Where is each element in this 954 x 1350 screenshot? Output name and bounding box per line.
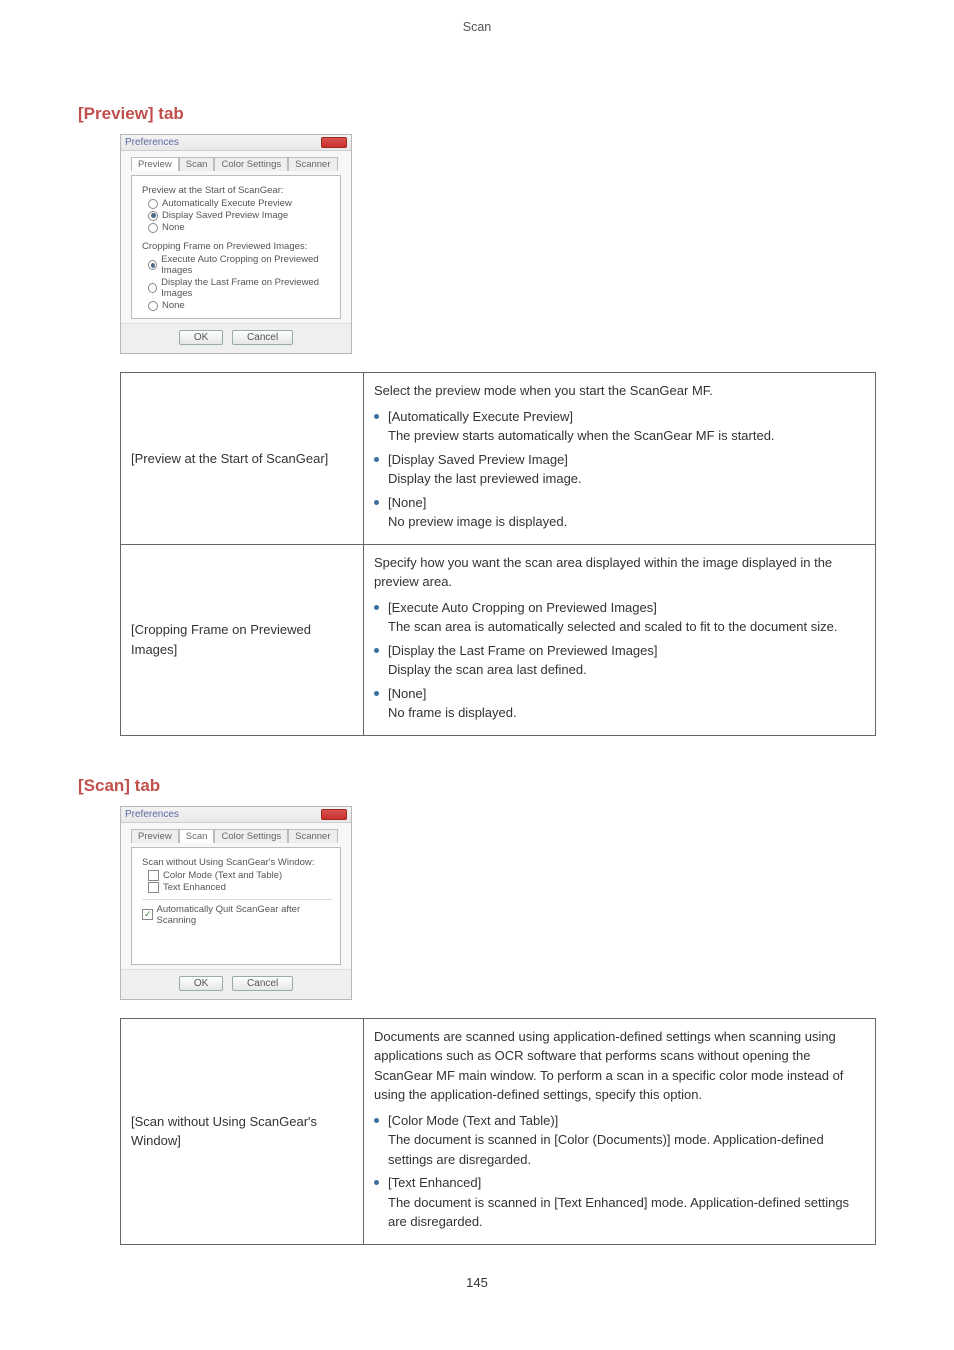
section-heading-scan: [Scan] tab — [78, 776, 876, 796]
item-term: [Execute Auto Cropping on Previewed Imag… — [388, 600, 657, 615]
scan-options-table: [Scan without Using ScanGear's Window] D… — [120, 1018, 876, 1245]
dialog-titlebar: Preferences — [121, 135, 351, 151]
table-row: [Scan without Using ScanGear's Window] D… — [121, 1018, 876, 1244]
checkbox-auto-quit[interactable]: Automatically Quit ScanGear after Scanni… — [142, 904, 332, 926]
checkbox-label: Color Mode (Text and Table) — [163, 870, 282, 881]
ok-button[interactable]: OK — [179, 976, 223, 991]
list-item: [None] No frame is displayed. — [374, 684, 865, 723]
list-item: [Text Enhanced] The document is scanned … — [374, 1173, 865, 1232]
tab-color-settings[interactable]: Color Settings — [214, 157, 288, 171]
list-item: [Display Saved Preview Image] Display th… — [374, 450, 865, 489]
item-desc: Display the scan area last defined. — [388, 662, 587, 677]
list-item: [None] No preview image is displayed. — [374, 493, 865, 532]
ok-button[interactable]: OK — [179, 330, 223, 345]
row-intro: Specify how you want the scan area displ… — [374, 553, 865, 592]
cell-row-content: Select the preview mode when you start t… — [364, 373, 876, 545]
page-header: Scan — [78, 20, 876, 34]
radio-execute-auto-cropping[interactable]: Execute Auto Cropping on Previewed Image… — [148, 254, 332, 276]
item-term: [None] — [388, 495, 426, 510]
checkbox-text-enhanced[interactable]: Text Enhanced — [148, 882, 332, 893]
preferences-dialog-scan: Preferences Preview Scan Color Settings … — [120, 806, 352, 1000]
radio-label: Display the Last Frame on Previewed Imag… — [161, 277, 332, 299]
preferences-dialog-preview: Preferences Preview Scan Color Settings … — [120, 134, 352, 354]
cell-row-label: [Preview at the Start of ScanGear] — [121, 373, 364, 545]
row-intro: Documents are scanned using application-… — [374, 1027, 865, 1105]
page-number: 145 — [78, 1275, 876, 1290]
dialog-title: Preferences — [125, 809, 179, 820]
tab-color-settings[interactable]: Color Settings — [214, 829, 288, 843]
list-item: [Execute Auto Cropping on Previewed Imag… — [374, 598, 865, 637]
item-term: [Text Enhanced] — [388, 1175, 481, 1190]
item-desc: The scan area is automatically selected … — [388, 619, 837, 634]
dialog-titlebar: Preferences — [121, 807, 351, 823]
tab-scan[interactable]: Scan — [179, 829, 215, 843]
tab-scanner[interactable]: Scanner — [288, 829, 337, 843]
item-term: [Color Mode (Text and Table)] — [388, 1113, 558, 1128]
radio-label: Execute Auto Cropping on Previewed Image… — [161, 254, 332, 276]
section-heading-preview: [Preview] tab — [78, 104, 876, 124]
item-desc: The document is scanned in [Text Enhance… — [388, 1195, 849, 1230]
group-cropping-frame: Cropping Frame on Previewed Images: — [142, 241, 332, 252]
cell-row-label: [Scan without Using ScanGear's Window] — [121, 1018, 364, 1244]
item-desc: Display the last previewed image. — [388, 471, 582, 486]
radio-none-cropping[interactable]: None — [148, 300, 332, 311]
item-term: [Display the Last Frame on Previewed Ima… — [388, 643, 658, 658]
table-row: [Cropping Frame on Previewed Images] Spe… — [121, 544, 876, 735]
tab-scan[interactable]: Scan — [179, 157, 215, 171]
cancel-button[interactable]: Cancel — [232, 976, 293, 991]
radio-display-last-frame[interactable]: Display the Last Frame on Previewed Imag… — [148, 277, 332, 299]
close-icon[interactable] — [321, 809, 347, 820]
tab-preview[interactable]: Preview — [131, 157, 179, 171]
radio-label: None — [162, 300, 185, 311]
preview-options-table: [Preview at the Start of ScanGear] Selec… — [120, 372, 876, 736]
list-item: [Color Mode (Text and Table)] The docume… — [374, 1111, 865, 1170]
radio-label: None — [162, 222, 185, 233]
item-desc: No frame is displayed. — [388, 705, 517, 720]
tab-preview[interactable]: Preview — [131, 829, 179, 843]
cancel-button[interactable]: Cancel — [232, 330, 293, 345]
row-intro: Select the preview mode when you start t… — [374, 381, 865, 401]
close-icon[interactable] — [321, 137, 347, 148]
radio-display-saved-preview[interactable]: Display Saved Preview Image — [148, 210, 332, 221]
cell-row-content: Documents are scanned using application-… — [364, 1018, 876, 1244]
dialog-title: Preferences — [125, 137, 179, 148]
radio-auto-execute-preview[interactable]: Automatically Execute Preview — [148, 198, 332, 209]
item-term: [Display Saved Preview Image] — [388, 452, 568, 467]
group-scan-without-window: Scan without Using ScanGear's Window: — [142, 857, 332, 868]
cell-row-content: Specify how you want the scan area displ… — [364, 544, 876, 735]
cell-row-label: [Cropping Frame on Previewed Images] — [121, 544, 364, 735]
item-desc: The preview starts automatically when th… — [388, 428, 775, 443]
item-desc: No preview image is displayed. — [388, 514, 567, 529]
checkbox-label: Automatically Quit ScanGear after Scanni… — [157, 904, 333, 926]
tab-scanner[interactable]: Scanner — [288, 157, 337, 171]
list-item: [Display the Last Frame on Previewed Ima… — [374, 641, 865, 680]
item-desc: The document is scanned in [Color (Docum… — [388, 1132, 824, 1167]
checkbox-color-mode[interactable]: Color Mode (Text and Table) — [148, 870, 332, 881]
radio-label: Automatically Execute Preview — [162, 198, 292, 209]
checkbox-label: Text Enhanced — [163, 882, 226, 893]
item-term: [Automatically Execute Preview] — [388, 409, 573, 424]
radio-none-preview[interactable]: None — [148, 222, 332, 233]
list-item: [Automatically Execute Preview] The prev… — [374, 407, 865, 446]
item-term: [None] — [388, 686, 426, 701]
group-preview-start: Preview at the Start of ScanGear: — [142, 185, 332, 196]
table-row: [Preview at the Start of ScanGear] Selec… — [121, 373, 876, 545]
radio-label: Display Saved Preview Image — [162, 210, 288, 221]
